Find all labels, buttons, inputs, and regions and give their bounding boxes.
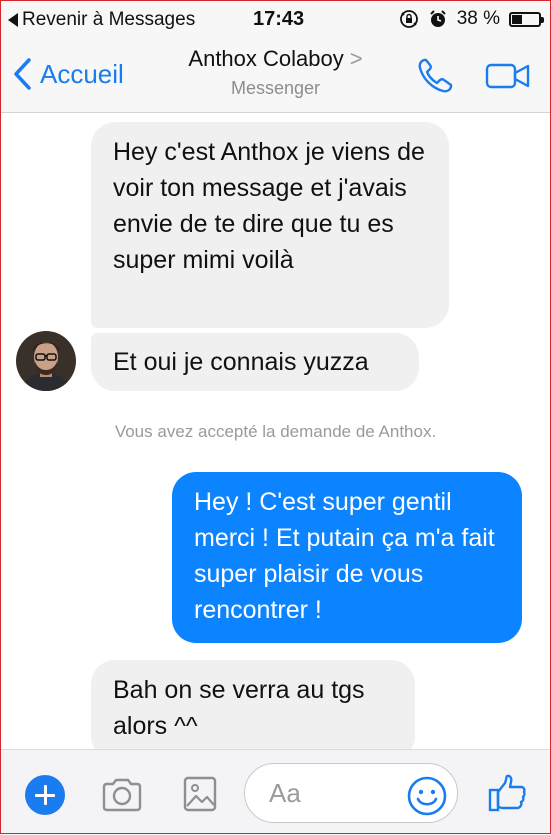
battery-fill — [512, 14, 522, 24]
avatar-photo — [16, 331, 76, 391]
contact-name: Anthox Colaboy — [188, 46, 344, 71]
system-notice: Vous avez accepté la demande de Anthox. — [114, 422, 437, 441]
gallery-icon[interactable] — [183, 776, 217, 812]
composer-bar: Aa — [0, 749, 551, 835]
message-thread[interactable]: Hey c'est Anthox je viens de voir ton me… — [0, 113, 551, 749]
clock: 17:43 — [253, 8, 305, 30]
thumbs-up-icon[interactable] — [488, 773, 528, 813]
video-camera-icon[interactable] — [485, 62, 531, 90]
lock-rotation-icon — [399, 10, 418, 28]
back-triangle-icon — [8, 13, 18, 27]
status-indicators: 38 % — [399, 8, 544, 30]
battery-icon — [509, 11, 544, 27]
conversation-header: Accueil Anthox Colaboy > Messenger — [0, 40, 551, 113]
incoming-message-bubble[interactable]: Bah on se verra au tgs alors ^^ — [91, 660, 415, 749]
status-bar: Revenir à Messages 17:43 38 % — [0, 0, 551, 40]
contact-subtitle: Messenger — [230, 78, 321, 98]
chevron-right-icon: > — [349, 46, 363, 71]
back-to-messages-link[interactable]: Revenir à Messages — [8, 9, 195, 31]
incoming-message-bubble[interactable]: Hey c'est Anthox je viens de voir ton me… — [91, 122, 449, 328]
contact-title[interactable]: Anthox Colaboy > Messenger — [0, 46, 551, 99]
incoming-message-bubble[interactable]: Et oui je connais yuzza — [91, 333, 419, 391]
battery-percent: 38 % — [456, 8, 500, 29]
message-input-placeholder: Aa — [269, 778, 301, 808]
plus-icon[interactable] — [25, 775, 65, 815]
alarm-icon — [429, 10, 446, 27]
outgoing-message-bubble[interactable]: Hey ! C'est super gentil merci ! Et puta… — [172, 472, 522, 643]
back-to-messages-label: Revenir à Messages — [22, 9, 196, 30]
emoji-icon[interactable] — [406, 775, 448, 817]
phone-icon[interactable] — [416, 57, 456, 95]
avatar[interactable] — [16, 331, 76, 391]
camera-icon[interactable] — [100, 777, 144, 813]
